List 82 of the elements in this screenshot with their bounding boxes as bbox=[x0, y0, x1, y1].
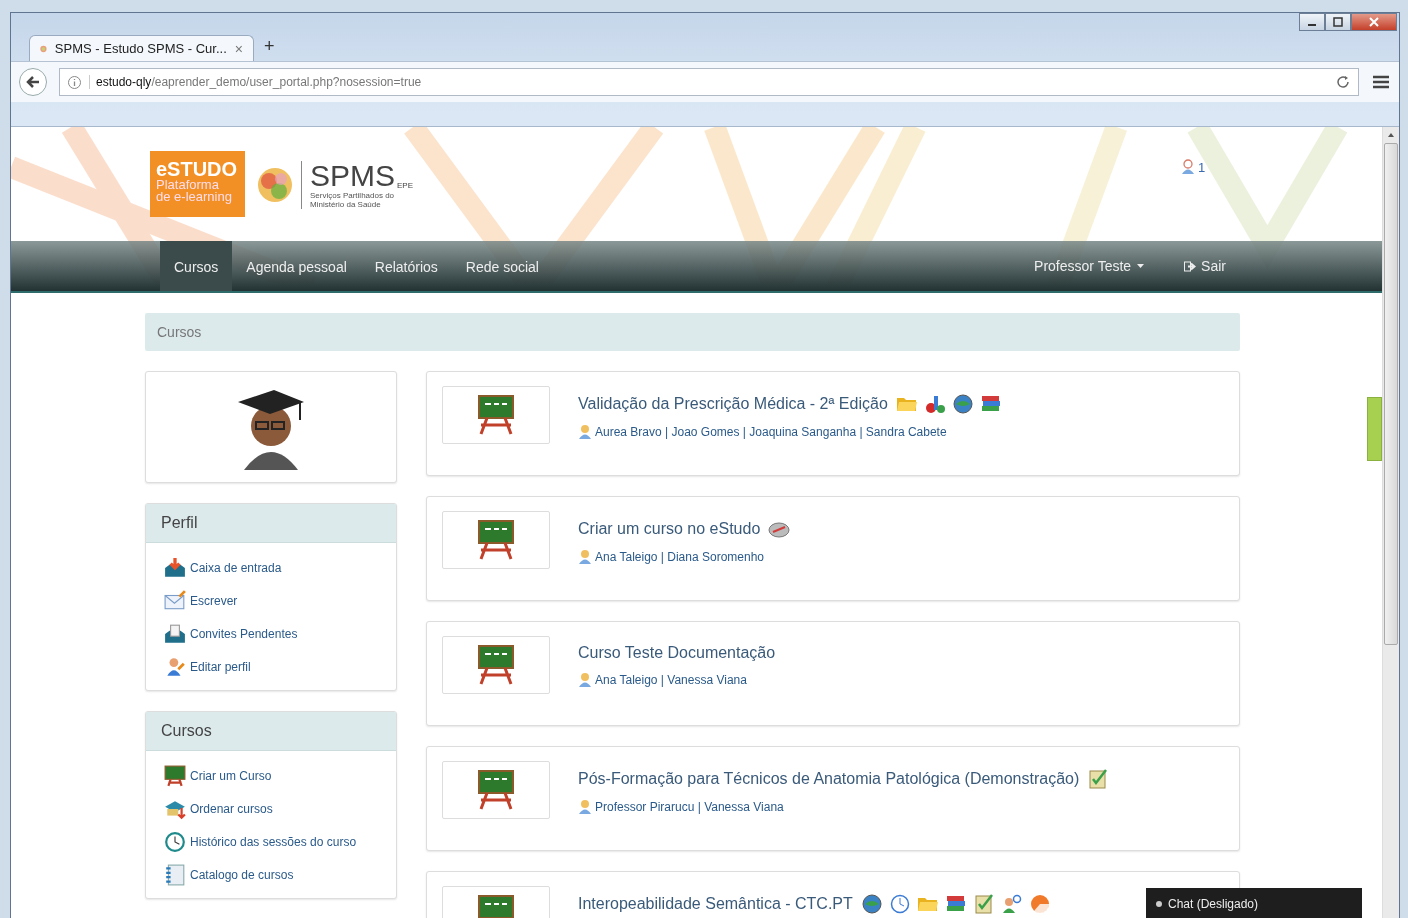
inbox-icon bbox=[164, 623, 186, 645]
compass-icon[interactable] bbox=[768, 519, 791, 539]
side-menu-link[interactable]: Editar perfil bbox=[164, 656, 378, 678]
maximize-button[interactable] bbox=[1325, 13, 1351, 31]
address-bar[interactable]: estudo-qly/eaprender_demo/user_portal.php?nosession=true bbox=[59, 68, 1359, 96]
back-button[interactable] bbox=[19, 68, 47, 96]
side-menu-link[interactable]: Ordenar cursos bbox=[164, 798, 378, 820]
rosette-logo-icon bbox=[257, 167, 293, 203]
course-thumbnail[interactable] bbox=[442, 761, 550, 819]
teacher-names[interactable]: Ana Taleigo | Diana Soromenho bbox=[595, 550, 764, 564]
close-tab-button[interactable]: × bbox=[234, 40, 243, 57]
envelope-icon bbox=[164, 590, 186, 612]
chalkboard-icon bbox=[477, 645, 515, 685]
side-menu-link[interactable]: Catalogo de cursos bbox=[164, 864, 378, 886]
breadcrumb: Cursos bbox=[145, 313, 1240, 351]
user-icon bbox=[164, 656, 186, 678]
user-menu[interactable]: Professor Teste bbox=[1028, 241, 1151, 291]
close-icon bbox=[1369, 17, 1379, 27]
course-title[interactable]: Pós-Formação para Técnicos de Anatomia Patológica (Demonstração) bbox=[578, 770, 1080, 788]
nav-item[interactable]: Agenda pessoal bbox=[232, 241, 361, 291]
logout-link[interactable]: Sair bbox=[1178, 241, 1232, 291]
chalkboard-icon bbox=[477, 520, 515, 560]
notebook-icon bbox=[164, 864, 186, 886]
user-icon[interactable] bbox=[1181, 159, 1195, 175]
checklist-icon[interactable] bbox=[972, 894, 995, 914]
chalkboard-icon bbox=[477, 395, 515, 435]
scrollbar[interactable] bbox=[1382, 127, 1399, 918]
teacher-icon bbox=[578, 799, 592, 815]
teacher-names[interactable]: Ana Taleigo | Vanessa Viana bbox=[595, 673, 747, 687]
globe-icon[interactable] bbox=[860, 894, 883, 914]
side-menu-link[interactable]: Criar um Curso bbox=[164, 765, 378, 787]
side-menu-link[interactable]: Convites Pendentes bbox=[164, 623, 378, 645]
nav-item[interactable]: Relatórios bbox=[360, 241, 452, 291]
teacher-icon bbox=[578, 549, 592, 565]
side-menu-link[interactable]: Escrever bbox=[164, 590, 378, 612]
maximize-icon bbox=[1333, 17, 1343, 27]
back-arrow-icon bbox=[25, 74, 41, 90]
course-title[interactable]: Validação da Prescrição Médica - 2ª Edição bbox=[578, 395, 888, 413]
course-thumbnail[interactable] bbox=[442, 636, 550, 694]
reload-icon[interactable] bbox=[1336, 75, 1350, 89]
side-menu-link[interactable]: Histórico das sessões do curso bbox=[164, 831, 378, 853]
books-icon[interactable] bbox=[979, 394, 1002, 414]
pie-icon[interactable] bbox=[1028, 894, 1051, 914]
panel-title: Perfil bbox=[146, 504, 396, 543]
teacher-icon bbox=[578, 424, 592, 440]
status-dot bbox=[1156, 900, 1162, 907]
chalkboard-icon bbox=[477, 770, 515, 810]
new-tab-button[interactable]: + bbox=[264, 36, 275, 61]
teacher-names[interactable]: Professor Pirarucu | Vanessa Viana bbox=[595, 800, 784, 814]
course-title[interactable]: Interopeabilidade Semântica - CTC.PT bbox=[578, 895, 853, 913]
course-title[interactable]: Criar um curso no eStudo bbox=[578, 520, 761, 538]
clock-icon[interactable] bbox=[888, 894, 911, 914]
nav-item[interactable]: Cursos bbox=[160, 241, 233, 291]
chalkboard-icon bbox=[164, 765, 186, 787]
menu-icon[interactable] bbox=[1371, 74, 1391, 90]
caret-icon bbox=[1137, 264, 1145, 268]
org-name: SPMS EPE bbox=[310, 161, 414, 191]
notification-count[interactable]: 1 bbox=[1198, 159, 1206, 175]
users-icon[interactable] bbox=[1000, 894, 1023, 914]
teacher-icon bbox=[578, 672, 592, 688]
course-title[interactable]: Curso Teste Documentação bbox=[578, 644, 776, 662]
abc-blocks-icon[interactable] bbox=[923, 394, 946, 414]
books-icon[interactable] bbox=[944, 894, 967, 914]
org-tagline: Ministério da Saúde bbox=[310, 200, 382, 209]
globe-icon[interactable] bbox=[951, 394, 974, 414]
side-menu-link[interactable]: Caixa de entrada bbox=[164, 557, 378, 579]
checklist-icon[interactable] bbox=[1087, 769, 1110, 789]
close-button[interactable] bbox=[1351, 13, 1397, 31]
org-tagline: Serviços Partilhados do bbox=[310, 191, 396, 200]
course-thumbnail[interactable] bbox=[442, 511, 550, 569]
panel-title: Cursos bbox=[146, 712, 396, 751]
clock-icon bbox=[164, 831, 186, 853]
nav-item[interactable]: Rede social bbox=[451, 241, 553, 291]
minimize-button[interactable] bbox=[1299, 13, 1325, 31]
course-thumbnail[interactable] bbox=[442, 386, 550, 444]
minimize-icon bbox=[1308, 24, 1316, 26]
sign-out-icon bbox=[1184, 260, 1197, 272]
chat-bar[interactable]: Chat (Desligado) bbox=[1146, 888, 1362, 918]
inbox-icon bbox=[164, 557, 186, 579]
info-icon bbox=[68, 75, 81, 89]
teacher-names[interactable]: Aurea Bravo | Joao Gomes | Joaquina Sanganha | Sandra Cabete bbox=[595, 425, 947, 439]
browser-tab[interactable]: SPMS - Estudo SPMS - Cur... × bbox=[29, 35, 254, 61]
